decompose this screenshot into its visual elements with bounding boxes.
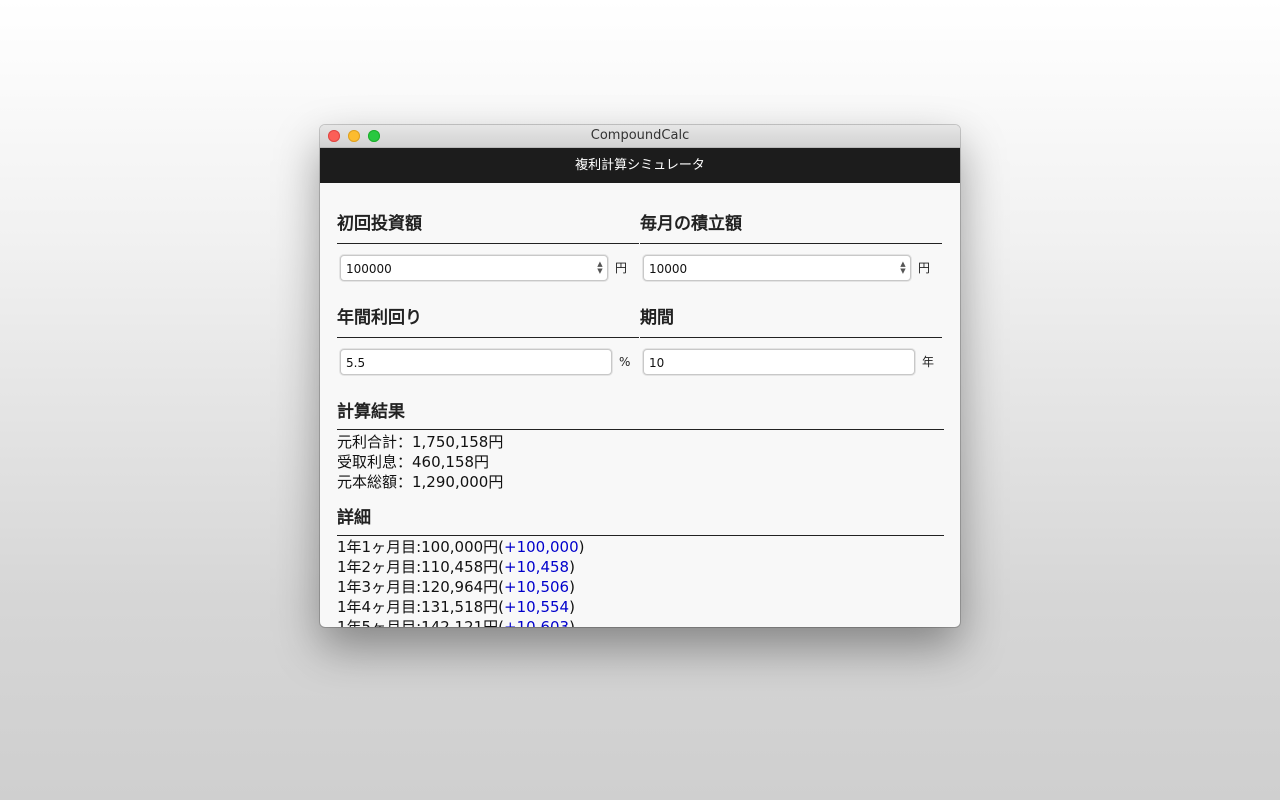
period-input[interactable]: 10 (643, 349, 915, 375)
initial-investment-label: 初回投資額 (337, 205, 639, 244)
result-interest: 受取利息：460,158円 (337, 453, 490, 471)
initial-investment-value: 100000 (346, 262, 392, 276)
initial-investment-input[interactable]: 100000 ▲ ▼ (340, 255, 608, 281)
initial-investment-field: 初回投資額 100000 ▲ ▼ 円 (337, 205, 639, 294)
annual-yield-field: 年間利回り 5.5 % (337, 299, 639, 388)
result-principal: 元本総額：1,290,000円 (337, 473, 504, 491)
annual-yield-input[interactable]: 5.5 (340, 349, 612, 375)
annual-yield-value: 5.5 (346, 356, 366, 370)
result-title: 計算結果 (337, 395, 944, 430)
monthly-contribution-label: 毎月の積立額 (640, 205, 942, 244)
detail-row-delta: +10,506 (504, 578, 570, 596)
period-label: 期間 (640, 299, 942, 338)
window-title: CompoundCalc (590, 128, 690, 143)
app-header: 複利計算シミュレータ (320, 148, 960, 183)
detail-row: 1年2ヶ月目:110,458円(+10,458) (337, 558, 575, 576)
detail-row-delta: +100,000 (504, 538, 579, 556)
result-summary: 元利合計：1,750,158円 受取利息：460,158円 元本総額：1,290… (337, 432, 503, 492)
detail-row-label: 1年4ヶ月目:131,518円 (337, 598, 499, 616)
monthly-contribution-value: 10000 (649, 262, 688, 276)
annual-yield-label: 年間利回り (337, 299, 639, 338)
detail-row: 1年3ヶ月目:120,964円(+10,506) (337, 578, 575, 596)
initial-investment-unit: 円 (615, 261, 628, 275)
monthly-contribution-input[interactable]: 10000 ▲ ▼ (643, 255, 911, 281)
detail-row-delta: +10,603 (504, 618, 570, 627)
detail-row-label: 1年3ヶ月目:120,964円 (337, 578, 499, 596)
period-unit: 年 (922, 355, 935, 369)
detail-row-label: 1年5ヶ月目:142,121円 (337, 618, 499, 627)
monthly-contribution-field: 毎月の積立額 10000 ▲ ▼ 円 (640, 205, 942, 294)
detail-row: 1年4ヶ月目:131,518円(+10,554) (337, 598, 575, 616)
detail-row-label: 1年1ヶ月目:100,000円 (337, 538, 499, 556)
details-list: 1年1ヶ月目:100,000円(+100,000) 1年2ヶ月目:110,458… (337, 537, 585, 627)
monthly-contribution-unit: 円 (918, 261, 931, 275)
detail-row: 1年1ヶ月目:100,000円(+100,000) (337, 538, 585, 556)
app-window: CompoundCalc 複利計算シミュレータ 初回投資額 100000 ▲ ▼ … (320, 125, 960, 627)
detail-row-label: 1年2ヶ月目:110,458円 (337, 558, 499, 576)
stepper-icon[interactable]: ▲ ▼ (899, 261, 907, 277)
details-title: 詳細 (337, 501, 944, 536)
annual-yield-unit: % (619, 355, 631, 369)
detail-row-delta: +10,458 (504, 558, 570, 576)
title-bar[interactable]: CompoundCalc (320, 125, 960, 148)
stepper-icon[interactable]: ▲ ▼ (596, 261, 604, 277)
main-content: 初回投資額 100000 ▲ ▼ 円 毎月の積立額 10000 ▲ ▼ 円 年間… (320, 183, 960, 627)
detail-row: 1年5ヶ月目:142,121円(+10,603) (337, 617, 585, 627)
period-field: 期間 10 年 (640, 299, 942, 388)
result-total: 元利合計：1,750,158円 (337, 433, 504, 451)
detail-row-delta: +10,554 (504, 598, 570, 616)
period-value: 10 (649, 356, 665, 370)
